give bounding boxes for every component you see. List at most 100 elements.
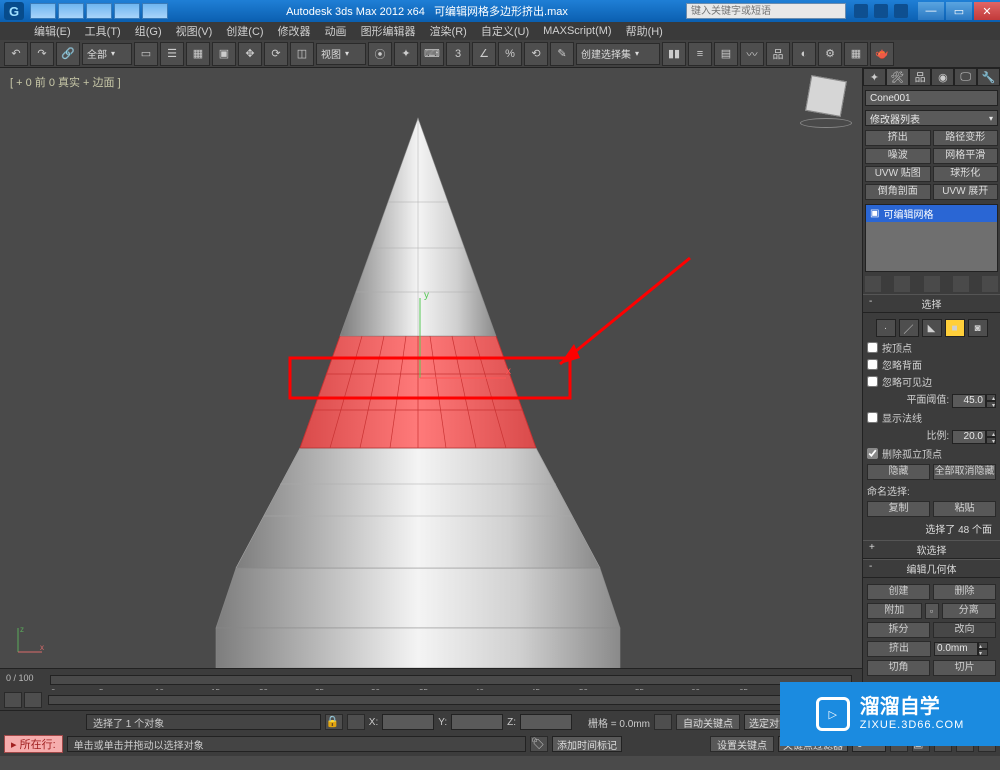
mod-extrude[interactable]: 挤出 xyxy=(865,130,931,146)
window-crossing-button[interactable]: ▣ xyxy=(212,42,236,66)
star-icon[interactable] xyxy=(874,4,888,18)
script-locate-button[interactable]: ▸ 所在行: xyxy=(4,735,63,753)
add-time-tag[interactable]: 添加时间标记 xyxy=(552,736,622,752)
ignore-visible-check[interactable]: 忽略可见边 xyxy=(867,374,996,389)
unhide-all-button[interactable]: 全部取消隐藏 xyxy=(933,464,996,480)
turn-button[interactable]: 改向 xyxy=(933,622,996,638)
dope-sheet-icon[interactable] xyxy=(24,692,42,708)
break-button[interactable]: 拆分 xyxy=(867,622,930,638)
mod-bevelprofile[interactable]: 倒角剖面 xyxy=(865,184,931,200)
named-selection-dropdown[interactable]: 创建选择集 xyxy=(576,43,660,65)
delete-isolated-check[interactable]: 删除孤立顶点 xyxy=(867,446,996,461)
menu-grapheditors[interactable]: 图形编辑器 xyxy=(355,22,422,40)
create-tab[interactable]: ✦ xyxy=(863,68,886,86)
modifier-list-dropdown[interactable]: 修改器列表 xyxy=(865,110,998,126)
link-button[interactable]: 🔗 xyxy=(56,42,80,66)
menu-view[interactable]: 视图(V) xyxy=(170,22,219,40)
plane-threshold-spinner[interactable]: 45.0▴▾ xyxy=(952,394,996,408)
show-end-result-icon[interactable] xyxy=(894,276,910,292)
curve-editor-button[interactable]: 〰 xyxy=(740,42,764,66)
time-tag-icon[interactable]: 🏷 xyxy=(530,736,548,752)
motion-tab[interactable]: ◉ xyxy=(931,68,954,86)
pivot-button[interactable]: ⦿ xyxy=(368,42,392,66)
paste-button[interactable]: 粘贴 xyxy=(933,501,996,517)
menu-tools[interactable]: 工具(T) xyxy=(79,22,127,40)
thumb[interactable] xyxy=(58,3,84,19)
time-track[interactable]: 0 5 10 15 20 25 30 35 40 45 50 55 60 65 … xyxy=(50,675,852,685)
select-name-button[interactable]: ☰ xyxy=(160,42,184,66)
curve-editor-icon[interactable] xyxy=(4,692,22,708)
maximize-button[interactable]: ▭ xyxy=(946,2,972,20)
subobj-face[interactable]: ◣ xyxy=(922,319,942,337)
render-frame-button[interactable]: ▦ xyxy=(844,42,868,66)
viewport[interactable]: [ + 0 前 0 真实 + 边面 ] xyxy=(0,68,862,668)
thumb[interactable] xyxy=(142,3,168,19)
create-button[interactable]: 创建 xyxy=(867,584,930,600)
layers-button[interactable]: ▤ xyxy=(714,42,738,66)
snap-toggle-button[interactable]: 3 xyxy=(446,42,470,66)
rotate-button[interactable]: ⟳ xyxy=(264,42,288,66)
thumb[interactable] xyxy=(86,3,112,19)
redo-button[interactable]: ↷ xyxy=(30,42,54,66)
modify-tab[interactable]: 🛠 xyxy=(886,68,909,86)
material-editor-button[interactable]: ◐ xyxy=(792,42,816,66)
hierarchy-tab[interactable]: 品 xyxy=(909,68,932,86)
coord-y-field[interactable] xyxy=(451,714,503,730)
close-button[interactable]: ✕ xyxy=(974,2,1000,20)
edit-named-sel-button[interactable]: ✎ xyxy=(550,42,574,66)
mod-uvwmap[interactable]: UVW 贴图 xyxy=(865,166,931,182)
scale-spinner[interactable]: 20.0▴▾ xyxy=(952,430,996,444)
by-vertex-check[interactable]: 按顶点 xyxy=(867,340,996,355)
selection-scope-dropdown[interactable]: 全部 xyxy=(82,43,132,65)
thumb[interactable] xyxy=(114,3,140,19)
menu-animation[interactable]: 动画 xyxy=(319,22,353,40)
keyboard-shortcut-button[interactable]: ⌨ xyxy=(420,42,444,66)
menu-create[interactable]: 创建(C) xyxy=(220,22,269,40)
object-name-field[interactable] xyxy=(865,90,998,106)
subobj-vertex[interactable]: · xyxy=(876,319,896,337)
rollout-selection-header[interactable]: 选择 xyxy=(863,294,1000,313)
adaptive-degrade-icon[interactable] xyxy=(654,714,672,730)
menu-group[interactable]: 组(G) xyxy=(129,22,168,40)
help-icon[interactable] xyxy=(894,4,908,18)
angle-snap-button[interactable]: ∠ xyxy=(472,42,496,66)
trackbar-slider[interactable] xyxy=(48,695,814,705)
menu-modifiers[interactable]: 修改器 xyxy=(272,22,317,40)
select-object-button[interactable]: ▭ xyxy=(134,42,158,66)
percent-snap-button[interactable]: % xyxy=(498,42,522,66)
move-button[interactable]: ✥ xyxy=(238,42,262,66)
menu-edit[interactable]: 编辑(E) xyxy=(28,22,77,40)
rollout-editgeom-header[interactable]: 编辑几何体 xyxy=(863,559,1000,578)
lock-selection-icon[interactable]: 🔒 xyxy=(325,714,343,730)
hide-button[interactable]: 隐藏 xyxy=(867,464,930,480)
coord-z-field[interactable] xyxy=(520,714,572,730)
viewcube[interactable] xyxy=(800,78,852,130)
configure-sets-icon[interactable] xyxy=(982,276,998,292)
spinner-snap-button[interactable]: ⟲ xyxy=(524,42,548,66)
mirror-button[interactable]: ▮▮ xyxy=(662,42,686,66)
remove-modifier-icon[interactable] xyxy=(953,276,969,292)
modifier-stack[interactable]: ▣ 可编辑网格 xyxy=(865,204,998,272)
utilities-tab[interactable]: 🔧 xyxy=(977,68,1000,86)
minimize-button[interactable]: — xyxy=(918,2,944,20)
render-button[interactable]: 🫖 xyxy=(870,42,894,66)
select-manipulate-button[interactable]: ✦ xyxy=(394,42,418,66)
thumb[interactable] xyxy=(30,3,56,19)
coord-x-field[interactable] xyxy=(382,714,434,730)
mod-meshsmooth[interactable]: 网格平滑 xyxy=(933,148,999,164)
menu-customize[interactable]: 自定义(U) xyxy=(475,22,535,40)
menu-rendering[interactable]: 渲染(R) xyxy=(424,22,473,40)
time-slider[interactable]: 0 / 100 0 5 10 15 20 25 30 35 40 45 50 5… xyxy=(0,668,862,690)
subobj-edge[interactable]: ／ xyxy=(899,319,919,337)
mod-pathdeform[interactable]: 路径变形 xyxy=(933,130,999,146)
display-tab[interactable]: 🖵 xyxy=(954,68,977,86)
detach-button[interactable]: 分离 xyxy=(942,603,997,619)
extrude-spinner[interactable]: 0.0mm▴▾ xyxy=(934,641,996,657)
undo-button[interactable]: ↶ xyxy=(4,42,28,66)
help-search-input[interactable] xyxy=(686,3,846,19)
menu-maxscript[interactable]: MAXScript(M) xyxy=(537,24,617,38)
attach-list-button[interactable]: ▫ xyxy=(925,603,939,619)
show-normals-check[interactable]: 显示法线 xyxy=(867,410,996,425)
ref-coord-dropdown[interactable]: 视图 xyxy=(316,43,366,65)
make-unique-icon[interactable] xyxy=(924,276,940,292)
